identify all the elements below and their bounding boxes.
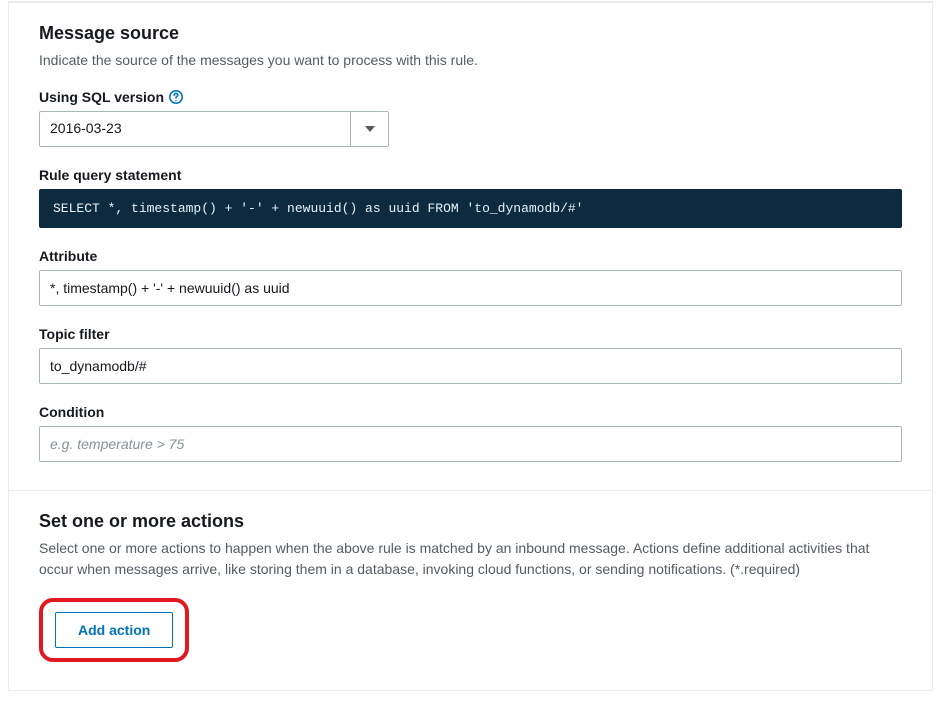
rule-query-label: Rule query statement [39,167,902,183]
topic-filter-field: Topic filter [39,326,902,384]
rule-config-panel: Message source Indicate the source of th… [8,2,933,691]
info-icon[interactable] [168,89,184,105]
sql-version-select[interactable]: 2016-03-23 [39,111,389,147]
condition-field: Condition [39,404,902,462]
actions-desc: Select one or more actions to happen whe… [39,538,902,580]
topic-filter-label: Topic filter [39,326,902,342]
actions-title: Set one or more actions [39,511,902,532]
rule-query-field: Rule query statement SELECT *, timestamp… [39,167,902,228]
actions-section: Set one or more actions Select one or mo… [9,491,932,690]
attribute-label: Attribute [39,248,902,264]
attribute-input[interactable] [39,270,902,306]
condition-label: Condition [39,404,902,420]
topic-filter-input[interactable] [39,348,902,384]
rule-query-code[interactable]: SELECT *, timestamp() + '-' + newuuid() … [39,189,902,228]
sql-version-label-text: Using SQL version [39,89,164,105]
add-action-button[interactable]: Add action [55,612,173,648]
sql-version-label: Using SQL version [39,89,902,105]
sql-version-field: Using SQL version 2016-03-23 [39,89,902,147]
sql-version-value[interactable]: 2016-03-23 [39,111,351,147]
message-source-section: Message source Indicate the source of th… [9,3,932,491]
add-action-highlight: Add action [39,598,189,662]
message-source-title: Message source [39,23,902,44]
condition-input[interactable] [39,426,902,462]
attribute-field: Attribute [39,248,902,306]
caret-down-icon[interactable] [351,111,389,147]
message-source-desc: Indicate the source of the messages you … [39,50,902,71]
